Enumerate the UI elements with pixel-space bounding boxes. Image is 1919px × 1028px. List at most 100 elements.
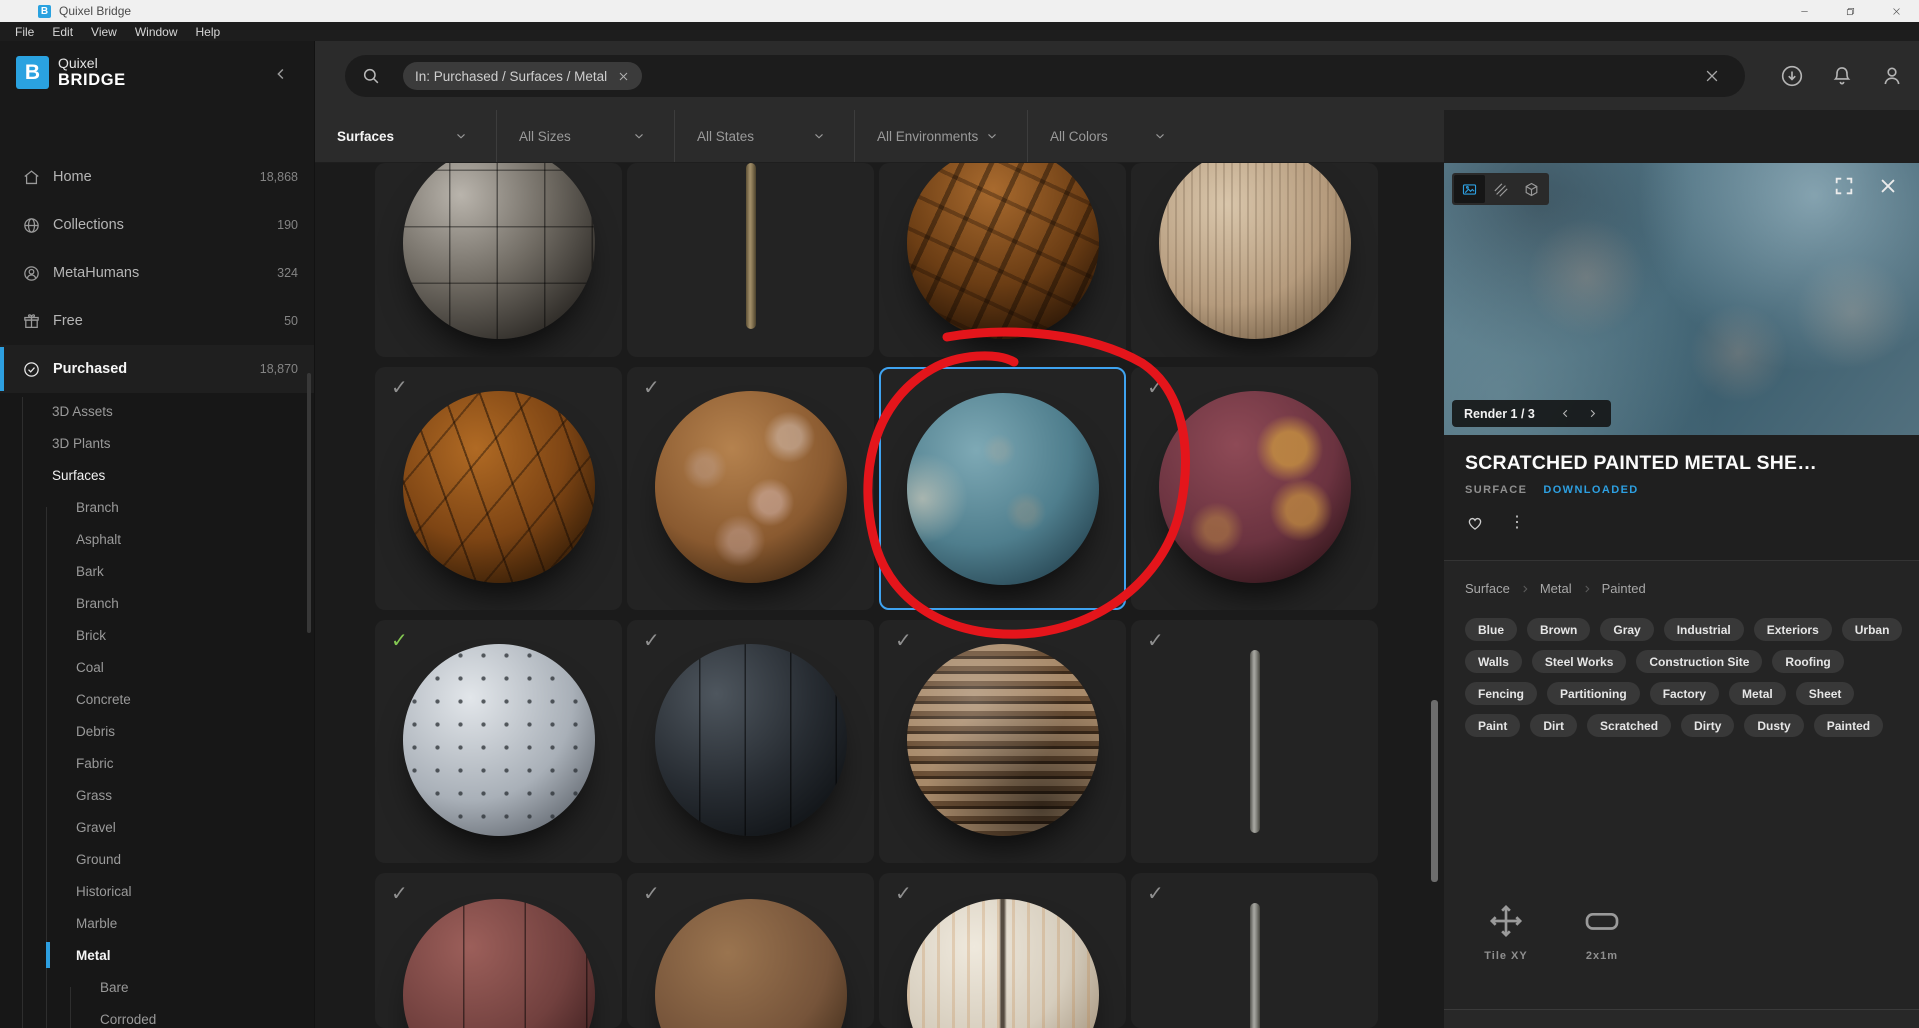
fullscreen-button[interactable]	[1833, 175, 1857, 199]
tree-item-bark[interactable]: Bark	[0, 555, 314, 587]
tree-item-concrete[interactable]: Concrete	[0, 683, 314, 715]
tree-item-fabric[interactable]: Fabric	[0, 747, 314, 779]
account-icon[interactable]	[1879, 63, 1905, 89]
search-filter-chip[interactable]: In: Purchased / Surfaces / Metal	[403, 62, 643, 90]
asset-tile-corrugated-rust[interactable]: ✓	[879, 620, 1126, 863]
tree-item-marble[interactable]: Marble	[0, 907, 314, 939]
preview-mode-3d-button[interactable]	[1516, 175, 1547, 203]
tree-item-3d-assets[interactable]: 3D Assets	[0, 395, 314, 427]
tag-roofing[interactable]: Roofing	[1772, 650, 1844, 673]
tree-item-label: Historical	[76, 883, 132, 899]
asset-tile-rod-steel[interactable]: ✓	[1131, 873, 1378, 1028]
tree-item-3d-plants[interactable]: 3D Plants	[0, 427, 314, 459]
tree-item-corroded[interactable]: Corroded	[0, 1003, 314, 1028]
tag-partitioning[interactable]: Partitioning	[1547, 682, 1640, 705]
filter-all-sizes[interactable]: All Sizes	[497, 110, 675, 162]
filter-all-environments[interactable]: All Environments	[855, 110, 1028, 162]
asset-tile-perforated-silver[interactable]: ✓	[375, 620, 622, 863]
chip-remove-icon[interactable]	[617, 70, 630, 83]
sidebar-item-free[interactable]: Free 50	[0, 297, 314, 345]
asset-tile-rust-faceted[interactable]: ✓	[375, 367, 622, 610]
menu-edit[interactable]: Edit	[43, 25, 82, 39]
tree-item-gravel[interactable]: Gravel	[0, 811, 314, 843]
close-button[interactable]	[1873, 0, 1919, 22]
search-clear-icon[interactable]	[1703, 67, 1721, 85]
tag-metal[interactable]: Metal	[1729, 682, 1786, 705]
tag-urban[interactable]: Urban	[1841, 618, 1903, 641]
asset-tile-rod-tan[interactable]	[627, 163, 874, 357]
tag-sheet[interactable]: Sheet	[1795, 682, 1855, 705]
tag-construction-site[interactable]: Construction Site	[1636, 650, 1763, 673]
tag-exteriors[interactable]: Exteriors	[1753, 618, 1832, 641]
filter-all-states[interactable]: All States	[675, 110, 855, 162]
preview-mode-image-button[interactable]	[1454, 175, 1485, 203]
menu-file[interactable]: File	[6, 25, 43, 39]
asset-tile-rod-steel[interactable]: ✓	[1131, 620, 1378, 863]
favorite-icon[interactable]	[1465, 513, 1485, 533]
tag-walls[interactable]: Walls	[1465, 650, 1522, 673]
sidebar-scrollbar[interactable]	[307, 373, 311, 633]
tile-check-icon: ✓	[895, 883, 912, 905]
maximize-button[interactable]	[1827, 0, 1873, 22]
tag-dirty[interactable]: Dirty	[1681, 714, 1735, 737]
tag-industrial[interactable]: Industrial	[1663, 618, 1744, 641]
minimize-button[interactable]	[1781, 0, 1827, 22]
tree-item-metal[interactable]: Metal	[0, 939, 314, 971]
tag-paint[interactable]: Paint	[1465, 714, 1521, 737]
sidebar-item-collections[interactable]: Collections 190	[0, 201, 314, 249]
tag-fencing[interactable]: Fencing	[1465, 682, 1538, 705]
asset-tile-navy-smooth[interactable]: ✓	[627, 620, 874, 863]
tag-scratched[interactable]: Scratched	[1587, 714, 1672, 737]
breadcrumb-item[interactable]: Metal	[1540, 581, 1572, 596]
asset-preview-image[interactable]: Render 1 / 3	[1444, 163, 1919, 435]
asset-tile-rust-patched[interactable]: ✓	[627, 367, 874, 610]
sidebar-item-metahumans[interactable]: MetaHumans 324	[0, 249, 314, 297]
sidebar-collapse-button[interactable]	[272, 65, 292, 85]
panel-close-button[interactable]	[1877, 175, 1901, 199]
notifications-icon[interactable]	[1829, 63, 1855, 89]
render-prev-icon[interactable]	[1559, 407, 1572, 420]
breadcrumb-item[interactable]: Surface	[1465, 581, 1510, 596]
preview-mode-maps-button[interactable]	[1485, 175, 1516, 203]
tree-item-branch[interactable]: Branch	[0, 587, 314, 619]
tree-item-grass[interactable]: Grass	[0, 779, 314, 811]
tag-brown[interactable]: Brown	[1527, 618, 1591, 641]
tree-item-historical[interactable]: Historical	[0, 875, 314, 907]
downloads-icon[interactable]	[1779, 63, 1805, 89]
asset-tile-maroon-rust[interactable]: ✓	[1131, 367, 1378, 610]
sidebar-item-home[interactable]: Home 18,868	[0, 153, 314, 201]
tag-painted[interactable]: Painted	[1813, 714, 1884, 737]
tag-gray[interactable]: Gray	[1600, 618, 1654, 641]
search-bar[interactable]: In: Purchased / Surfaces / Metal	[345, 55, 1745, 97]
asset-tile-wood-tan[interactable]	[1131, 163, 1378, 357]
breadcrumb-item[interactable]: Painted	[1602, 581, 1646, 596]
asset-tile-white-rust[interactable]: ✓	[879, 873, 1126, 1028]
tree-item-coal[interactable]: Coal	[0, 651, 314, 683]
asset-tile-maroon-seamed[interactable]: ✓	[375, 873, 622, 1028]
menu-view[interactable]: View	[82, 25, 126, 39]
tree-item-surfaces[interactable]: Surfaces	[0, 459, 314, 491]
grid-scrollbar[interactable]	[1431, 700, 1438, 882]
render-next-icon[interactable]	[1586, 407, 1599, 420]
asset-tile-steel-panels[interactable]	[375, 163, 622, 357]
tag-factory[interactable]: Factory	[1649, 682, 1720, 705]
tag-dusty[interactable]: Dusty	[1744, 714, 1804, 737]
tree-item-debris[interactable]: Debris	[0, 715, 314, 747]
asset-tile-bark-rust[interactable]	[879, 163, 1126, 357]
asset-tile-painted-blue[interactable]: ✓	[879, 367, 1126, 610]
asset-tile-brown-matte[interactable]: ✓	[627, 873, 874, 1028]
tree-item-ground[interactable]: Ground	[0, 843, 314, 875]
tree-item-branch[interactable]: Branch	[0, 491, 314, 523]
tree-item-brick[interactable]: Brick	[0, 619, 314, 651]
tree-item-asphalt[interactable]: Asphalt	[0, 523, 314, 555]
filter-surfaces[interactable]: Surfaces	[315, 110, 497, 162]
tag-dirt[interactable]: Dirt	[1530, 714, 1578, 737]
menu-window[interactable]: Window	[126, 25, 187, 39]
tree-item-bare[interactable]: Bare	[0, 971, 314, 1003]
sidebar-item-purchased[interactable]: Purchased 18,870	[0, 345, 314, 393]
menu-help[interactable]: Help	[187, 25, 230, 39]
more-options-icon[interactable]: ⋮	[1509, 515, 1525, 531]
tag-blue[interactable]: Blue	[1465, 618, 1518, 641]
tag-steel-works[interactable]: Steel Works	[1531, 650, 1627, 673]
filter-all-colors[interactable]: All Colors	[1028, 110, 1195, 162]
